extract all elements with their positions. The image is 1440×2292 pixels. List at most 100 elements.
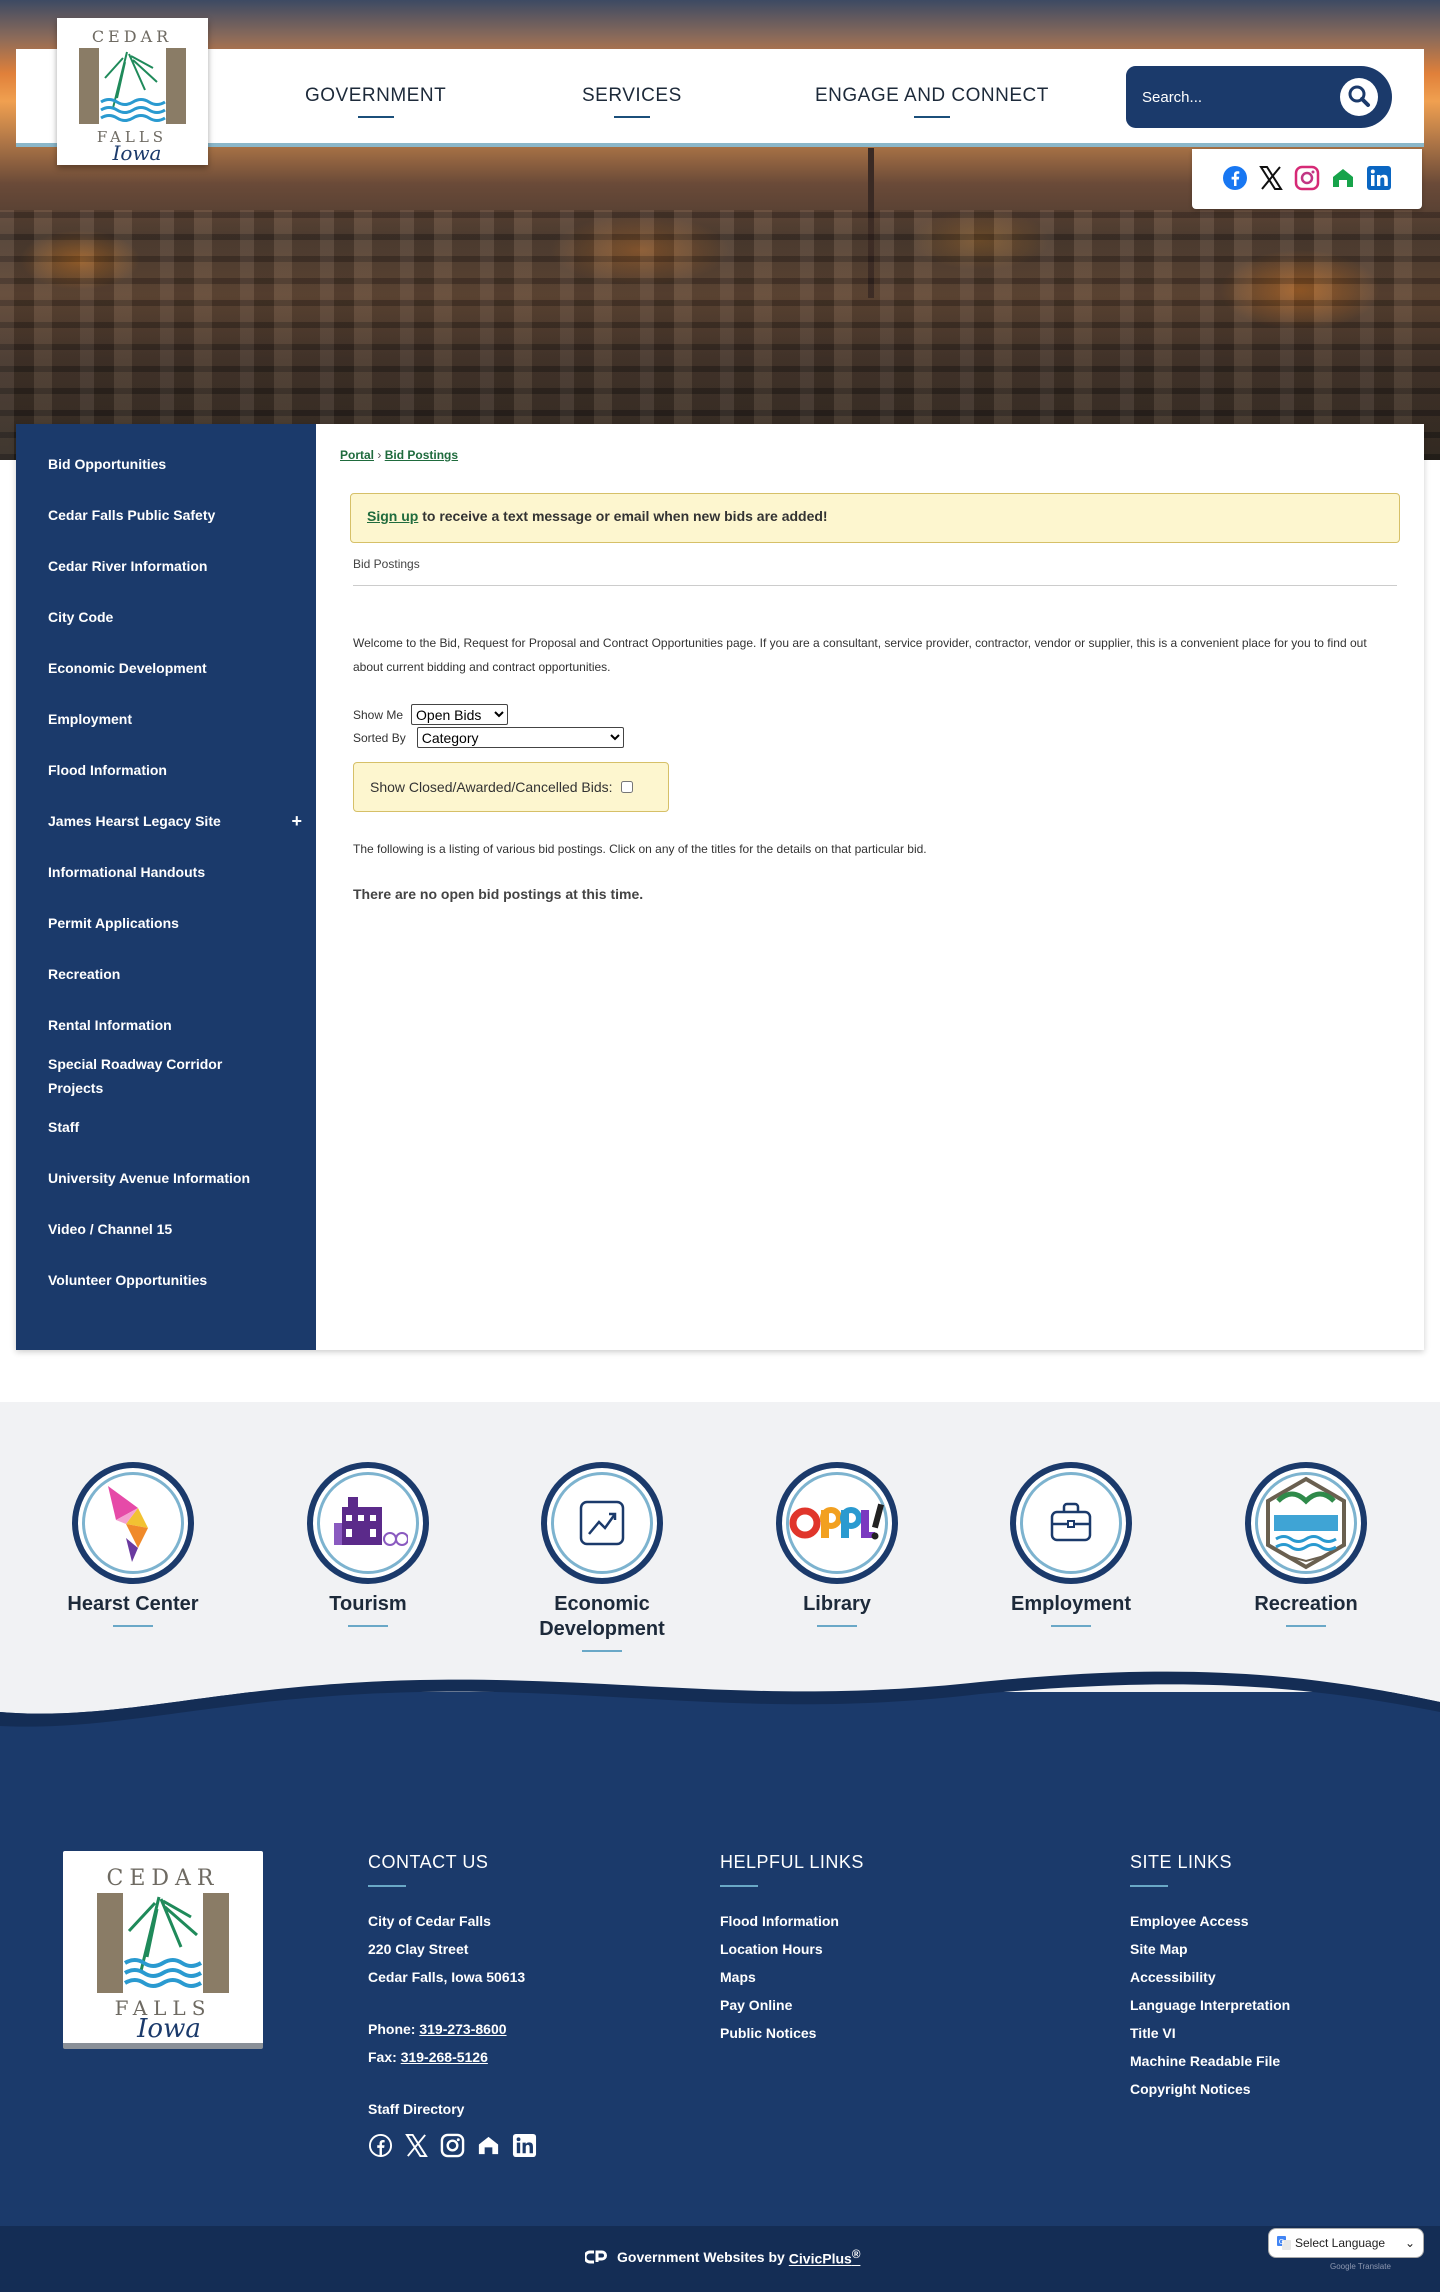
sidebar-item-label: Volunteer Opportunities xyxy=(48,1271,208,1288)
footer-link-machine-readable-file[interactable]: Machine Readable File xyxy=(1130,2047,1290,2075)
sidebar-item-rental-information[interactable]: Rental Information xyxy=(16,999,316,1050)
quick-link-underline xyxy=(1051,1625,1091,1627)
sidebar-item-label: James Hearst Legacy Site xyxy=(48,812,221,829)
instagram-icon[interactable] xyxy=(1294,165,1320,191)
nav-underline xyxy=(613,116,650,118)
language-select-label: Select Language xyxy=(1295,2236,1386,2250)
quick-link-underline xyxy=(817,1625,857,1627)
site-footer: CEDAR FALLS Iowa CONTACT US City of Ceda… xyxy=(0,1662,1440,2226)
facebook-icon[interactable] xyxy=(1222,165,1248,191)
linkedin-icon[interactable] xyxy=(512,2133,537,2158)
sidebar-item-video-channel-15[interactable]: Video / Channel 15 xyxy=(16,1203,316,1254)
nav-engage-and-connect[interactable]: ENGAGE AND CONNECT xyxy=(815,85,1049,118)
sidebar-item-staff[interactable]: Staff xyxy=(16,1101,316,1152)
breadcrumb-portal-link[interactable]: Portal xyxy=(340,448,374,462)
sidebar-item-bid-opportunities[interactable]: Bid Opportunities xyxy=(16,438,316,489)
language-select[interactable]: G Select Language ⌄ xyxy=(1268,2228,1424,2258)
footer-link-language-interpretation[interactable]: Language Interpretation xyxy=(1130,1991,1290,2019)
search-button[interactable] xyxy=(1340,78,1378,116)
search-input[interactable] xyxy=(1142,82,1322,112)
sidebar-item-university-avenue[interactable]: University Avenue Information xyxy=(16,1152,316,1203)
sidebar-item-special-roadway[interactable]: Special Roadway Corridor Projects xyxy=(16,1050,256,1101)
svg-text:CEDAR: CEDAR xyxy=(107,1866,220,1891)
fax-label: Fax: xyxy=(368,2049,401,2065)
civicplus-credit: Government Websites by CivicPlus® xyxy=(585,2248,860,2267)
google-translate-credit: Google Translate xyxy=(1330,2262,1391,2271)
sidebar-nav: Bid Opportunities Cedar Falls Public Saf… xyxy=(16,424,316,1350)
linkedin-icon[interactable] xyxy=(1366,165,1392,191)
show-closed-checkbox[interactable] xyxy=(620,781,633,793)
sidebar-item-permit-applications[interactable]: Permit Applications xyxy=(16,897,316,948)
quick-link-recreation[interactable]: Recreation xyxy=(1206,1462,1406,1627)
quick-link-library[interactable]: Library xyxy=(737,1462,937,1627)
staff-directory-link[interactable]: Staff Directory xyxy=(368,2095,537,2123)
sidebar-item-employment[interactable]: Employment xyxy=(16,693,316,744)
show-me-select[interactable]: Open Bids xyxy=(411,704,509,725)
footer-link-copyright-notices[interactable]: Copyright Notices xyxy=(1130,2075,1290,2103)
instagram-icon[interactable] xyxy=(440,2133,465,2158)
signup-link[interactable]: Sign up xyxy=(367,508,418,524)
civicplus-link[interactable]: CivicPlus® xyxy=(789,2248,861,2267)
footer-link-location-hours[interactable]: Location Hours xyxy=(720,1935,864,1963)
expand-plus-icon[interactable]: + xyxy=(291,809,302,833)
footer-link-accessibility[interactable]: Accessibility xyxy=(1130,1963,1290,1991)
quick-link-label: Hearst Center xyxy=(67,1593,199,1615)
heading-underline xyxy=(720,1885,758,1887)
footer-link-employee-access[interactable]: Employee Access xyxy=(1130,1907,1290,1935)
sidebar-item-economic-development[interactable]: Economic Development xyxy=(16,642,316,693)
city-logo[interactable]: CEDAR FALLS Iowa xyxy=(57,18,208,165)
quick-link-tourism[interactable]: Tourism xyxy=(268,1462,468,1627)
quick-link-employment[interactable]: Employment xyxy=(971,1462,1171,1627)
sidebar-item-public-safety[interactable]: Cedar Falls Public Safety xyxy=(16,489,316,540)
quick-link-hearst-center[interactable]: Hearst Center xyxy=(33,1462,233,1627)
sidebar-item-informational-handouts[interactable]: Informational Handouts xyxy=(16,846,316,897)
nextdoor-icon[interactable] xyxy=(476,2133,501,2158)
footer-link-pay-online[interactable]: Pay Online xyxy=(720,1991,864,2019)
sidebar-item-recreation[interactable]: Recreation xyxy=(16,948,316,999)
footer-link-flood-information[interactable]: Flood Information xyxy=(720,1907,864,1935)
facebook-icon[interactable] xyxy=(368,2133,393,2158)
sidebar-item-flood-information[interactable]: Flood Information xyxy=(16,744,316,795)
welcome-text: Welcome to the Bid, Request for Proposal… xyxy=(353,636,1367,674)
svg-text:CEDAR: CEDAR xyxy=(92,27,172,46)
breadcrumb-bid-postings-link[interactable]: Bid Postings xyxy=(385,448,458,462)
sidebar-item-label: Recreation xyxy=(48,965,121,982)
footer-link-maps[interactable]: Maps xyxy=(720,1963,864,1991)
svg-text:G: G xyxy=(1279,2238,1284,2246)
quick-link-label: Employment xyxy=(1010,1593,1132,1615)
social-media-links xyxy=(1192,149,1422,209)
library-logo-icon xyxy=(776,1462,898,1584)
footer-city-logo[interactable]: CEDAR FALLS Iowa xyxy=(63,1851,263,2049)
quick-link-underline xyxy=(1286,1625,1326,1627)
module-title: Bid Postings xyxy=(353,557,1397,586)
footer-link-title-vi[interactable]: Title VI xyxy=(1130,2019,1290,2047)
contact-fax: Fax: 319-268-5126 xyxy=(368,2043,537,2071)
sidebar-item-volunteer[interactable]: Volunteer Opportunities xyxy=(16,1254,316,1305)
quick-link-economic-development[interactable]: Economic Development xyxy=(502,1462,702,1652)
footer-link-site-map[interactable]: Site Map xyxy=(1130,1935,1290,1963)
sidebar-item-james-hearst[interactable]: James Hearst Legacy Site + xyxy=(16,795,316,846)
x-icon[interactable] xyxy=(404,2133,429,2158)
growth-chart-icon xyxy=(541,1462,663,1584)
sidebar-item-label: Staff xyxy=(48,1118,80,1135)
credit-text: Government Websites by xyxy=(617,2249,785,2266)
phone-link[interactable]: 319-273-8600 xyxy=(419,2021,506,2037)
sorted-by-select[interactable]: Category xyxy=(416,727,624,748)
fax-link[interactable]: 319-268-5126 xyxy=(401,2049,488,2065)
nav-government[interactable]: GOVERNMENT xyxy=(305,85,446,118)
quick-link-label: Economic Development xyxy=(539,1593,665,1640)
sidebar-item-cedar-river[interactable]: Cedar River Information xyxy=(16,540,316,591)
content-container: Bid Opportunities Cedar Falls Public Saf… xyxy=(16,424,1424,1350)
search-bar xyxy=(1126,66,1392,128)
footer-link-public-notices[interactable]: Public Notices xyxy=(720,2019,864,2047)
tourism-icon xyxy=(307,1462,429,1584)
sorted-by-label: Sorted By xyxy=(353,730,406,745)
civicplus-logo-icon xyxy=(585,2250,607,2264)
sidebar-item-city-code[interactable]: City Code xyxy=(16,591,316,642)
nav-services[interactable]: SERVICES xyxy=(582,85,682,118)
footer-contact-column: CONTACT US City of Cedar Falls 220 Clay … xyxy=(368,1852,537,2158)
sidebar-item-label: Bid Opportunities xyxy=(48,455,167,472)
x-icon[interactable] xyxy=(1258,165,1284,191)
nextdoor-icon[interactable] xyxy=(1330,165,1356,191)
heading-underline xyxy=(1130,1885,1168,1887)
